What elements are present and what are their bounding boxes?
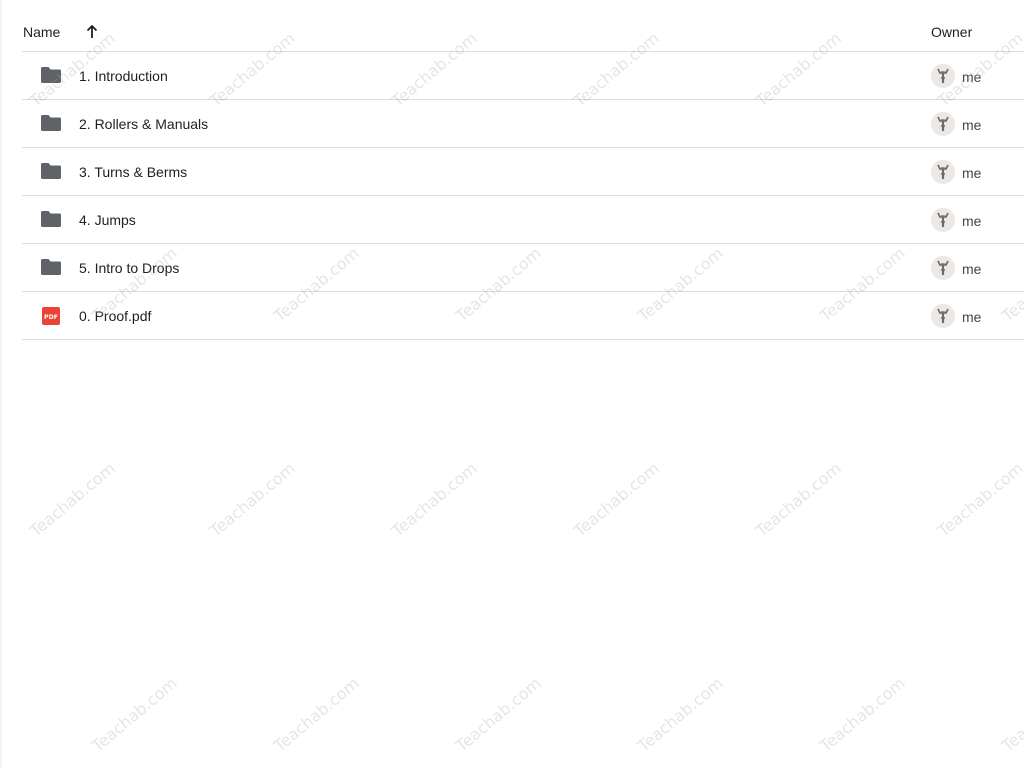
owner-column-header[interactable]: Owner bbox=[931, 24, 972, 40]
watermark-text: Teachab.com bbox=[270, 673, 363, 756]
folder-icon bbox=[40, 258, 62, 278]
watermark-text: Teachab.com bbox=[26, 458, 119, 541]
watermark-text: Teachab.com bbox=[452, 673, 545, 756]
pdf-icon: PDF bbox=[42, 307, 64, 327]
owner-name: me bbox=[962, 69, 982, 85]
owner-name: me bbox=[962, 117, 982, 133]
folder-icon bbox=[40, 162, 62, 182]
svg-text:PDF: PDF bbox=[44, 314, 58, 321]
folder-icon bbox=[40, 114, 62, 134]
watermark-text: Teachab.com bbox=[934, 458, 1024, 541]
watermark-text: Teachab.com bbox=[752, 458, 845, 541]
file-row[interactable]: 3. Turns & Berms me bbox=[22, 148, 1024, 196]
file-row[interactable]: 4. Jumps me bbox=[22, 196, 1024, 244]
arrow-up-icon bbox=[86, 24, 98, 38]
owner-avatar bbox=[931, 208, 955, 232]
file-list: Name Owner 1. Introduction me 2. Rollers &… bbox=[22, 12, 1024, 340]
owner-avatar bbox=[931, 256, 955, 280]
file-name[interactable]: 2. Rollers & Manuals bbox=[79, 116, 208, 132]
file-row[interactable]: 1. Introduction me bbox=[22, 52, 1024, 100]
folder-icon bbox=[40, 210, 62, 230]
name-column-header[interactable]: Name bbox=[23, 24, 60, 40]
owner-name: me bbox=[962, 309, 982, 325]
file-name[interactable]: 5. Intro to Drops bbox=[79, 260, 179, 276]
watermark-text: Teachab.com bbox=[206, 458, 299, 541]
watermark-text: Teachab.com bbox=[816, 673, 909, 756]
file-row[interactable]: 2. Rollers & Manuals me bbox=[22, 100, 1024, 148]
file-row[interactable]: PDF 0. Proof.pdf me bbox=[22, 292, 1024, 340]
file-name[interactable]: 1. Introduction bbox=[79, 68, 168, 84]
file-row[interactable]: 5. Intro to Drops me bbox=[22, 244, 1024, 292]
watermark-text: Teachab.com bbox=[570, 458, 663, 541]
owner-avatar bbox=[931, 112, 955, 136]
watermark-text: Teachab.com bbox=[88, 673, 181, 756]
file-name[interactable]: 3. Turns & Berms bbox=[79, 164, 187, 180]
file-name[interactable]: 0. Proof.pdf bbox=[79, 308, 151, 324]
owner-name: me bbox=[962, 213, 982, 229]
owner-avatar bbox=[931, 304, 955, 328]
sort-ascending-button[interactable] bbox=[80, 20, 104, 44]
watermark-text: Teachab.com bbox=[634, 673, 727, 756]
folder-icon bbox=[40, 66, 62, 86]
left-edge-divider bbox=[0, 0, 2, 768]
file-name[interactable]: 4. Jumps bbox=[79, 212, 136, 228]
owner-name: me bbox=[962, 165, 982, 181]
drive-file-list-page: Name Owner 1. Introduction me 2. Rollers &… bbox=[0, 0, 1024, 768]
watermark-text: Teachab.com bbox=[388, 458, 481, 541]
list-header: Name Owner bbox=[22, 12, 1024, 52]
owner-avatar bbox=[931, 64, 955, 88]
owner-name: me bbox=[962, 261, 982, 277]
owner-avatar bbox=[931, 160, 955, 184]
watermark-text: Teachab.com bbox=[998, 673, 1024, 756]
